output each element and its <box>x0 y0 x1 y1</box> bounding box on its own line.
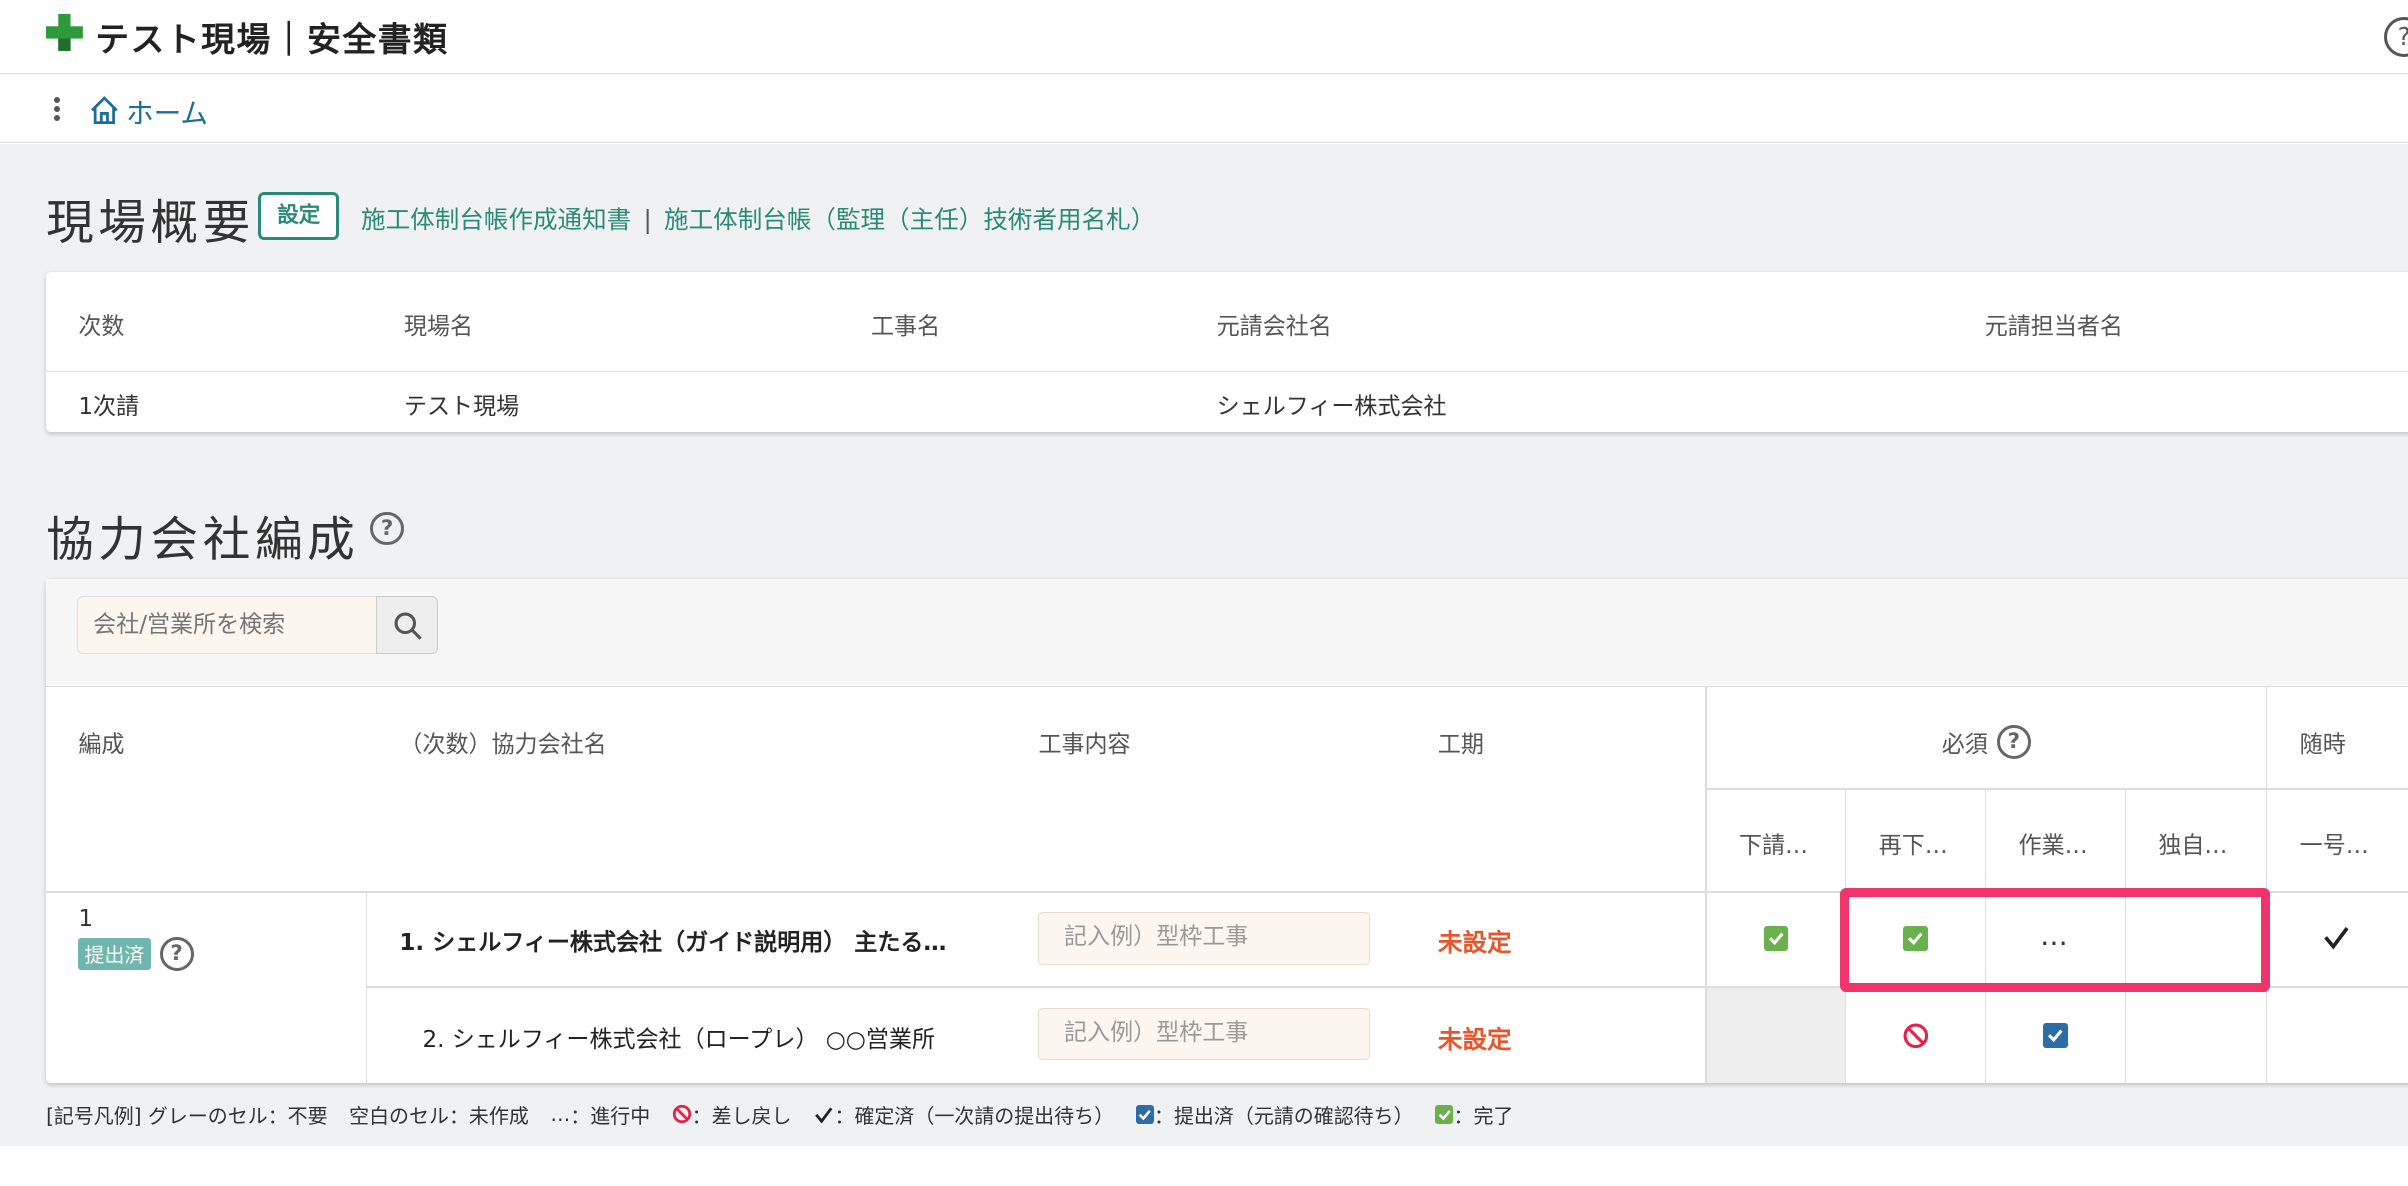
status-help-icon[interactable]: ? <box>159 937 194 971</box>
status-badge: 提出済 <box>78 937 151 970</box>
work-content-input-2[interactable]: 記入例）型枠工事 <box>1038 1007 1371 1060</box>
main-content: 現場概要 設定 施工体制台帳作成通知書 | 施工体制台帳（監理（主任）技術者用名札）… <box>0 144 2408 1146</box>
prime-value: シェルフィー株式会社 <box>1216 394 1447 421</box>
occasional-header: 随時 <box>2299 732 2346 759</box>
returned-icon[interactable] <box>1902 1022 1930 1050</box>
partners-card: 編成 （次数）協力会社名 工事内容 工期 必須 ? 随時 下請… 再下… 作業…… <box>46 579 2408 1083</box>
search-input[interactable] <box>76 596 378 655</box>
not-required-cell <box>1706 987 1845 1083</box>
required-header: 必須 ? <box>1942 725 2031 759</box>
site-value: テスト現場 <box>404 394 520 421</box>
submitted-check-icon[interactable] <box>2043 1023 2068 1048</box>
partners-help-icon[interactable]: ? <box>370 511 404 546</box>
help-icon[interactable]: ? <box>2384 16 2408 57</box>
sub-col-4: 独自… <box>2158 833 2228 860</box>
partners-title: 協力会社編成 <box>46 512 360 568</box>
sub-col-1: 下請… <box>1738 833 1809 860</box>
nameplate-link[interactable]: 施工体制台帳（監理（主任）技術者用名札） <box>664 205 1155 234</box>
period-unset-1[interactable]: 未設定 <box>1438 923 1512 959</box>
search-bar <box>46 579 2408 687</box>
blue-check-icon <box>1135 1105 1154 1124</box>
legend-blank: 空白のセル：未作成 <box>349 1103 529 1128</box>
company-name-2[interactable]: 2. シェルフィー株式会社（ロープレ） ○○営業所 <box>422 1020 935 1054</box>
green-check-icon <box>1435 1105 1454 1124</box>
link-separator: | <box>643 204 652 234</box>
required-label: 必須 <box>1941 732 1988 759</box>
col-formation: 編成 <box>78 732 125 759</box>
period-unset-2[interactable]: 未設定 <box>1438 1020 1512 1056</box>
sub-col-5: 一号… <box>2299 833 2369 860</box>
nav-bar: ホーム <box>0 75 2408 143</box>
confirmed-checkmark-icon[interactable] <box>2321 922 2352 953</box>
overview-card: 次数 現場名 工事名 元請会社名 元請担当者名 1次請 テスト現場 シェルフィー… <box>46 271 2408 432</box>
home-icon <box>91 96 118 125</box>
returned-icon <box>672 1105 691 1124</box>
highlight-box <box>1840 887 2271 993</box>
search-button[interactable] <box>376 596 438 655</box>
legend-submitted: ：提出済（元請の確認待ち） <box>1153 1103 1414 1128</box>
complete-check-icon[interactable] <box>1763 926 1789 951</box>
cross-logo-icon <box>46 13 83 51</box>
kebab-menu-icon[interactable] <box>46 94 68 125</box>
legend-confirmed: ：確定済（一次請の提出待ち） <box>834 1103 1115 1128</box>
col-degree: 次数 <box>78 314 125 341</box>
formation-number: 1 <box>78 906 93 933</box>
checkmark-icon <box>815 1107 833 1124</box>
col-company: （次数）協力会社名 <box>399 732 607 759</box>
app-bar: テスト現場｜安全書類 ? <box>0 0 2408 74</box>
status-group: 提出済 ? <box>78 937 194 971</box>
required-help-icon[interactable]: ? <box>1997 725 2031 759</box>
col-work: 工事内容 <box>1038 732 1131 759</box>
overview-header: 次数 現場名 工事名 元請会社名 元請担当者名 <box>46 272 2408 372</box>
legend-complete: ：完了 <box>1453 1103 1514 1128</box>
settings-button[interactable]: 設定 <box>258 192 340 240</box>
legend-ellipsis-symbol: … <box>550 1102 571 1127</box>
legend-gray: [記号凡例] グレーのセル：不要 <box>46 1103 328 1128</box>
col-work: 工事名 <box>871 314 941 341</box>
legend: [記号凡例] グレーのセル：不要 空白のセル：未作成 … ：進行中 ：差し戻し … <box>46 1100 1513 1129</box>
company-name-1[interactable]: 1. シェルフィー株式会社（ガイド説明用） 主たる… <box>399 923 946 957</box>
document-links: 施工体制台帳作成通知書 | 施工体制台帳（監理（主任）技術者用名札） <box>361 200 1155 236</box>
col-manager: 元請担当者名 <box>1984 314 2123 341</box>
notice-link[interactable]: 施工体制台帳作成通知書 <box>361 205 631 234</box>
sub-col-2: 再下… <box>1878 833 1948 860</box>
col-site: 現場名 <box>404 314 474 341</box>
overview-title: 現場概要 <box>46 196 255 252</box>
sub-col-3: 作業… <box>2018 833 2088 860</box>
col-period: 工期 <box>1437 732 1484 759</box>
home-link[interactable]: ホーム <box>89 91 208 131</box>
divider <box>1705 788 2408 790</box>
degree-value: 1次請 <box>78 394 140 421</box>
app-title: テスト現場｜安全書類 <box>95 20 449 60</box>
screen: テスト現場｜安全書類 ? ホーム 現場概要 設定 施工体制台帳作成通知書|施工体… <box>0 0 2408 1186</box>
search-icon <box>394 612 422 640</box>
legend-returned: ：差し戻し <box>691 1103 792 1128</box>
work-content-input-1[interactable]: 記入例）型枠工事 <box>1038 912 1371 965</box>
legend-in-progress: ：進行中 <box>570 1103 651 1128</box>
overview-row: 1次請 テスト現場 シェルフィー株式会社 <box>46 373 2408 431</box>
col-prime: 元請会社名 <box>1216 314 1332 341</box>
home-label: ホーム <box>125 96 209 130</box>
divider <box>2265 686 2268 1083</box>
